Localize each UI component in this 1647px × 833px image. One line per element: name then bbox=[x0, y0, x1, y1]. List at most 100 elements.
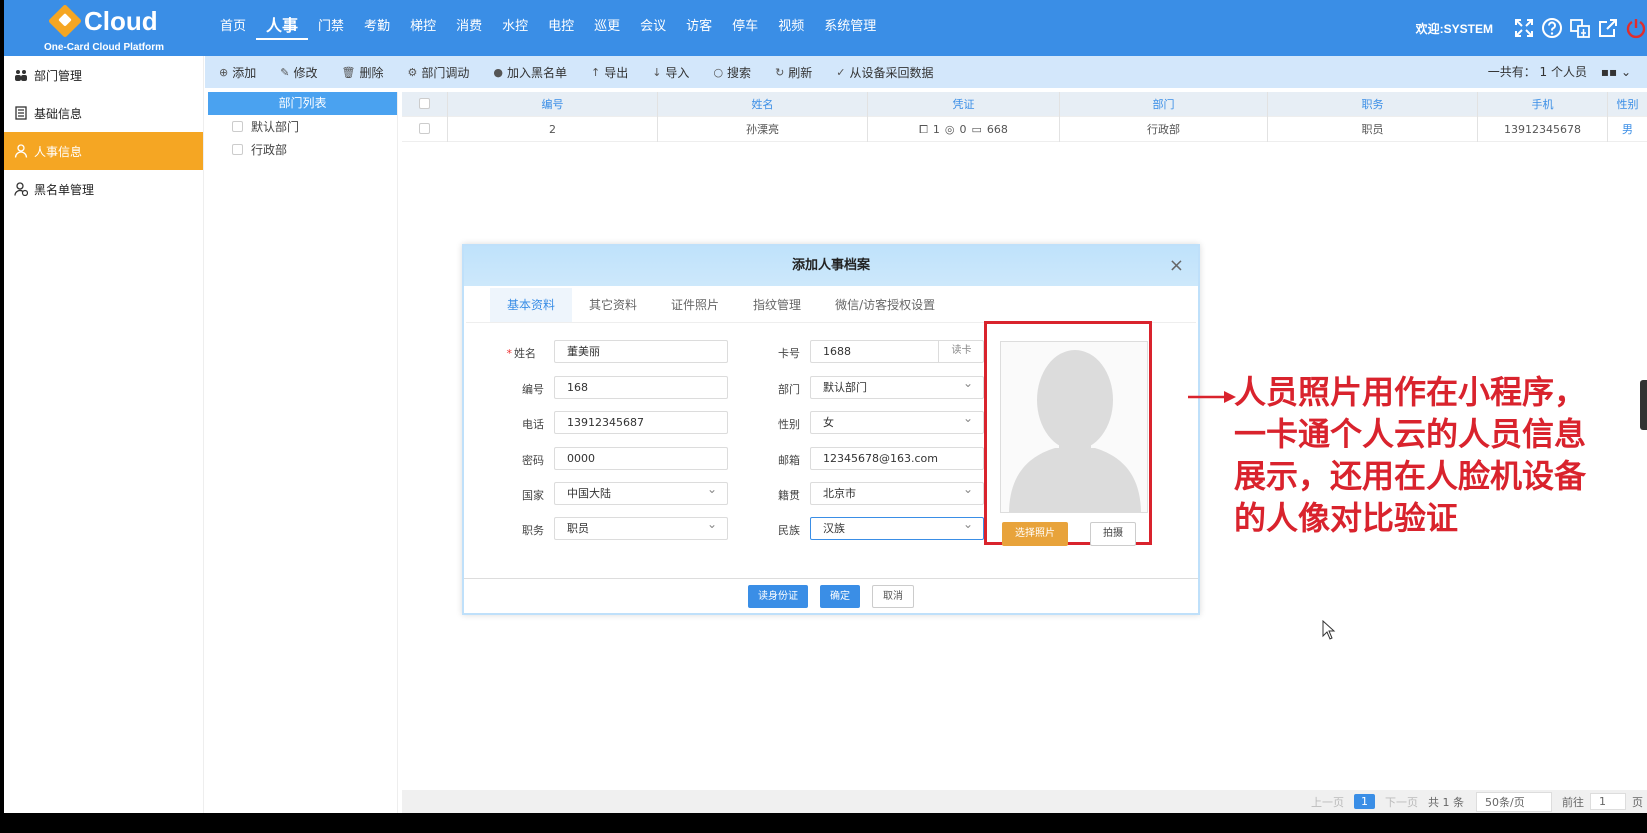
tab-fingerprint[interactable]: 指纹管理 bbox=[736, 288, 818, 322]
nav-water[interactable]: 水控 bbox=[492, 0, 538, 56]
nav-access[interactable]: 门禁 bbox=[308, 0, 354, 56]
blacklist-icon bbox=[14, 182, 28, 196]
check-icon: ✓ bbox=[836, 65, 846, 79]
logo: Cloud One-Card Cloud Platform bbox=[44, 4, 174, 54]
nav-meeting[interactable]: 会议 bbox=[630, 0, 676, 56]
nav-patrol[interactable]: 巡更 bbox=[584, 0, 630, 56]
name-field[interactable]: 董美丽 bbox=[554, 340, 728, 363]
pagination: 上一页 1 下一页 共 1 条 50条/页 前往 1 页 bbox=[402, 790, 1647, 813]
export-icon: ↑ bbox=[590, 65, 601, 79]
job-select[interactable]: 职员 bbox=[554, 514, 728, 540]
nav-visitor[interactable]: 访客 bbox=[676, 0, 722, 56]
grid-view-icon[interactable]: ▪▪ ⌄ bbox=[1601, 65, 1631, 79]
add-personnel-dialog: 添加人事档案 × 基本资料 其它资料 证件照片 指纹管理 微信/访客授权设置 *… bbox=[462, 244, 1200, 615]
column-header[interactable]: 职务 bbox=[1268, 91, 1478, 117]
language-icon[interactable] bbox=[1569, 17, 1591, 39]
nav-home[interactable]: 首页 bbox=[210, 0, 256, 56]
tab-id-photo[interactable]: 证件照片 bbox=[654, 288, 736, 322]
row-checkbox[interactable] bbox=[419, 122, 430, 134]
column-header[interactable]: 凭证 bbox=[868, 91, 1060, 117]
table-header: 编号 姓名 凭证 部门 职务 手机 性别 bbox=[402, 91, 1647, 117]
sidebar-item-personnel-info[interactable]: 人事信息 bbox=[4, 132, 203, 170]
read-id-card-button[interactable]: 读身份证 bbox=[748, 584, 808, 608]
toolbar: ⊕ 添加 ✎ 修改 🗑 删除 ⚙ 部门调动 ● 加入黑名单 ↑ 导出 ↓ 导入 ○ 搜索 ↻ 刷新… bbox=[205, 56, 1647, 88]
tab-wechat-visitor[interactable]: 微信/访客授权设置 bbox=[818, 288, 952, 322]
side-handle[interactable] bbox=[1640, 380, 1647, 430]
dept-item[interactable]: 默认部门 bbox=[208, 115, 397, 138]
mouse-cursor-icon bbox=[1322, 620, 1336, 640]
column-header[interactable]: 编号 bbox=[448, 91, 658, 117]
tab-other-info[interactable]: 其它资料 bbox=[572, 288, 654, 322]
brand-name: Cloud bbox=[84, 6, 158, 36]
nav-personnel[interactable]: 人事 bbox=[256, 0, 309, 40]
import-button[interactable]: ↓ 导入 bbox=[652, 64, 689, 81]
confirm-button[interactable]: 确定 bbox=[820, 584, 860, 608]
table-row[interactable]: 2 孙溧亮 ⧠ 1 ◎ 0 ▭ 668 行政部 职员 13912345678 男 bbox=[402, 116, 1647, 142]
close-icon[interactable]: × bbox=[1169, 246, 1184, 286]
password-field[interactable]: 0000 bbox=[554, 447, 728, 470]
cell-phone: 13912345678 bbox=[1478, 116, 1608, 142]
dept-select[interactable]: 默认部门 bbox=[810, 373, 984, 399]
transfer-dept-button[interactable]: ⚙ 部门调动 bbox=[407, 64, 469, 81]
number-field[interactable]: 168 bbox=[554, 376, 728, 399]
app-window: Cloud One-Card Cloud Platform 首页 人事 门禁 考… bbox=[4, 0, 1647, 813]
arrow-icon bbox=[1188, 391, 1236, 403]
sidebar: 部门管理 基础信息 人事信息 黑名单管理 bbox=[4, 56, 204, 813]
nav-elevator[interactable]: 梯控 bbox=[400, 0, 446, 56]
header-actions: 欢迎:SYSTEM bbox=[1416, 0, 1647, 56]
nav-attendance[interactable]: 考勤 bbox=[354, 0, 400, 56]
native-place-select[interactable]: 北京市 bbox=[810, 479, 984, 505]
choose-photo-button[interactable]: 选择照片 bbox=[1002, 522, 1068, 546]
goto-page-input[interactable]: 1 bbox=[1590, 793, 1626, 810]
checkbox[interactable] bbox=[232, 144, 243, 155]
shoot-photo-button[interactable]: 拍摄 bbox=[1090, 522, 1136, 546]
add-blacklist-button[interactable]: ● 加入黑名单 bbox=[493, 64, 567, 81]
read-card-button[interactable]: 读卡 bbox=[938, 340, 984, 363]
select-all-checkbox[interactable] bbox=[419, 97, 430, 109]
checkbox[interactable] bbox=[232, 121, 243, 132]
card-label: 卡号 bbox=[778, 347, 800, 360]
info-icon: ● bbox=[493, 65, 503, 79]
nav-electric[interactable]: 电控 bbox=[538, 0, 584, 56]
email-field[interactable]: 12345678@163.com bbox=[810, 447, 984, 470]
sidebar-item-department[interactable]: 部门管理 bbox=[4, 56, 203, 94]
fullscreen-icon[interactable] bbox=[1513, 17, 1535, 39]
nav-video[interactable]: 视频 bbox=[768, 0, 814, 56]
edit-button[interactable]: ✎ 修改 bbox=[280, 64, 317, 81]
delete-button[interactable]: 🗑 删除 bbox=[341, 64, 383, 81]
total-records: 共 1 条 bbox=[1428, 795, 1464, 809]
nav-consumption[interactable]: 消费 bbox=[446, 0, 492, 56]
gender-select[interactable]: 女 bbox=[810, 408, 984, 434]
nav-parking[interactable]: 停车 bbox=[722, 0, 768, 56]
ethnicity-select[interactable]: 汉族 bbox=[810, 514, 984, 540]
country-select[interactable]: 中国大陆 bbox=[554, 479, 728, 505]
prev-page-button[interactable]: 上一页 bbox=[1311, 794, 1344, 810]
add-button[interactable]: ⊕ 添加 bbox=[219, 64, 256, 81]
page-number-current[interactable]: 1 bbox=[1354, 794, 1375, 809]
nav-system[interactable]: 系统管理 bbox=[814, 0, 886, 56]
column-header[interactable]: 姓名 bbox=[658, 91, 868, 117]
cell-dept: 行政部 bbox=[1060, 116, 1268, 142]
column-header[interactable]: 性别 bbox=[1608, 92, 1647, 117]
sidebar-item-blacklist[interactable]: 黑名单管理 bbox=[4, 170, 203, 208]
next-page-button[interactable]: 下一页 bbox=[1385, 794, 1418, 810]
external-link-icon[interactable] bbox=[1597, 17, 1619, 39]
dept-item[interactable]: 行政部 bbox=[208, 138, 397, 161]
search-button[interactable]: ○ 搜索 bbox=[713, 64, 751, 81]
sidebar-item-basic-info[interactable]: 基础信息 bbox=[4, 94, 203, 132]
export-button[interactable]: ↑ 导出 bbox=[591, 64, 628, 81]
highlight-frame bbox=[984, 321, 1152, 545]
cell-credentials: ⧠ 1 ◎ 0 ▭ 668 bbox=[868, 116, 1060, 142]
column-header[interactable]: 部门 bbox=[1060, 91, 1268, 117]
power-icon[interactable] bbox=[1625, 17, 1647, 39]
column-header[interactable]: 手机 bbox=[1478, 91, 1608, 117]
fetch-device-data-button[interactable]: ✓ 从设备采回数据 bbox=[836, 64, 933, 81]
native-place-label: 籍贯 bbox=[778, 489, 800, 502]
tab-basic-info[interactable]: 基本资料 bbox=[490, 288, 573, 322]
page-size-select[interactable]: 50条/页 bbox=[1476, 791, 1552, 812]
help-icon[interactable] bbox=[1541, 17, 1563, 39]
refresh-button[interactable]: ↻ 刷新 bbox=[775, 64, 812, 81]
page-unit: 页 bbox=[1632, 795, 1643, 809]
phone-field[interactable]: 13912345687 bbox=[554, 411, 728, 434]
cancel-button[interactable]: 取消 bbox=[872, 584, 914, 608]
